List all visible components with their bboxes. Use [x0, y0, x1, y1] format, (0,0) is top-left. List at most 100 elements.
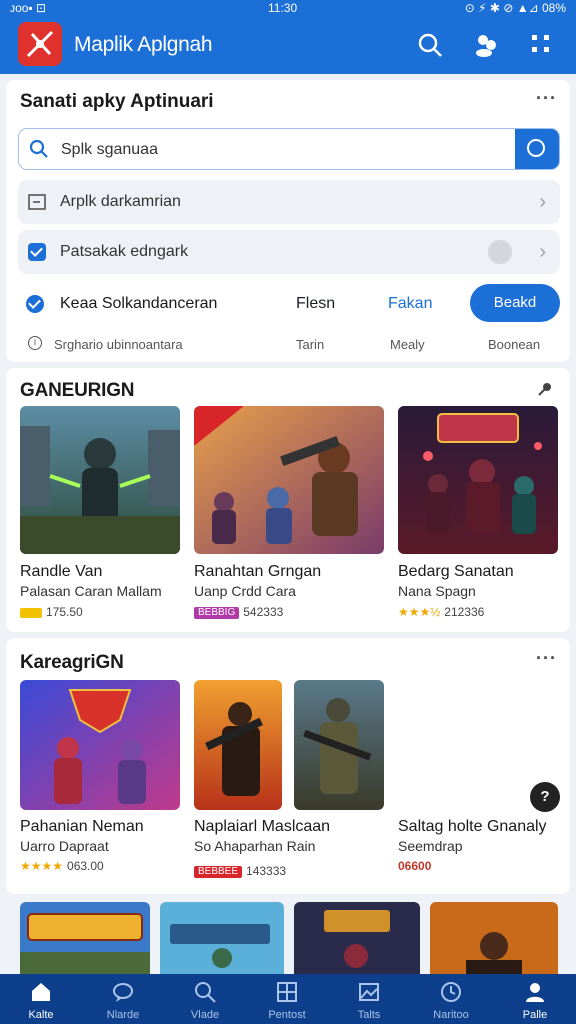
home-icon	[32, 983, 50, 1001]
nav-label: Naritoo	[433, 1009, 469, 1021]
game-thumbnail[interactable]	[294, 902, 420, 974]
game-title[interactable]: Randle Van	[20, 563, 102, 581]
option-col-2-link[interactable]: Fakan	[388, 295, 432, 313]
nav-item-chat[interactable]: Nlarde	[82, 974, 164, 1024]
search-submit-button[interactable]	[515, 129, 559, 169]
grid-menu-icon[interactable]	[528, 31, 556, 59]
profile-icon	[526, 983, 544, 1002]
info-col-1: Tarin	[296, 337, 325, 352]
game-title[interactable]: Naplaiarl Maslcaan	[194, 818, 330, 836]
game-subtitle: Palasan Caran Mallam	[20, 583, 162, 599]
games-section-2: KareagriGN ··· ? Pahanian Neman Uarro Da…	[6, 638, 570, 894]
game-thumbnail[interactable]	[160, 902, 284, 974]
category-badge: BEBBIG	[194, 606, 240, 619]
bottom-navigation: Kalte Nlarde Vlade Pentost Talts Naritoo…	[0, 974, 576, 1024]
star-rating: ★★★★	[20, 859, 64, 873]
game-meta: BEBBEE 143333	[194, 864, 286, 878]
clock-icon	[441, 982, 461, 1002]
toggle-row[interactable]: Patsakak edngark ›	[18, 230, 560, 274]
chevron-right-icon: ›	[539, 191, 546, 213]
option-checkbox[interactable]	[26, 295, 44, 313]
nav-label: Pentost	[268, 1009, 306, 1021]
card-title: Sanati apky Aptinuari	[20, 91, 214, 112]
game-thumbnail[interactable]	[194, 680, 282, 810]
filter-card: Sanati apky Aptinuari ··· Splk sganuaa A…	[6, 80, 570, 362]
more-options-icon[interactable]: ···	[536, 648, 557, 669]
category-icon	[28, 194, 46, 210]
search-go-icon	[527, 139, 545, 157]
star-rating: ★★★½	[398, 605, 441, 619]
nav-item-activity[interactable]: Naritoo	[410, 974, 492, 1024]
nav-label: Nlarde	[106, 1009, 140, 1021]
option-label: Keaa Solkandanceran	[60, 295, 218, 312]
category-row[interactable]: Arplk darkamrian ›	[18, 180, 560, 224]
info-col-2: Mealy	[390, 337, 425, 352]
game-subtitle: So Ahaparhan Rain	[194, 838, 316, 854]
info-col-3: Boonean	[488, 337, 541, 352]
game-title[interactable]: Saltag holte Gnanaly	[398, 818, 547, 836]
info-row: i Srghario ubinnoantara Tarin Mealy Boon…	[18, 332, 560, 356]
game-meta: BEBBIG 542333	[194, 605, 283, 619]
game-thumbnail[interactable]	[194, 406, 384, 554]
chevron-right-icon: ›	[539, 241, 546, 263]
nav-item-home[interactable]: Kalte	[0, 974, 82, 1024]
game-subtitle: Nana Spagn	[398, 583, 476, 599]
game-thumbnail[interactable]	[20, 902, 150, 974]
toggle-row-checkbox[interactable]	[28, 243, 46, 261]
chat-icon	[113, 983, 133, 1002]
app-logo	[18, 22, 62, 66]
game-thumbnail[interactable]	[398, 406, 558, 554]
game-title[interactable]: Ranahtan Grngan	[194, 563, 321, 581]
game-subtitle: Uanp Crdd Cara	[194, 583, 296, 599]
category-row-label: Arplk darkamrian	[60, 193, 181, 210]
nav-label: Kalte	[28, 1009, 54, 1021]
game-thumbnail[interactable]	[294, 680, 384, 810]
section-title: KareagriGN	[20, 652, 124, 673]
option-primary-button[interactable]: Beakd	[470, 284, 560, 322]
image-icon	[359, 983, 379, 1001]
help-icon[interactable]: ?	[530, 782, 560, 812]
option-col-1[interactable]: Flesn	[296, 295, 335, 313]
search-field-icon	[29, 139, 48, 158]
info-text: Srghario ubinnoantara	[54, 337, 183, 352]
game-thumbnail[interactable]	[20, 680, 180, 810]
app-title: Maplik Aplgnah	[74, 33, 213, 56]
search-icon	[195, 982, 216, 1003]
nav-item-search[interactable]: Vlade	[164, 974, 246, 1024]
status-bar: ᴊᴏᴏ▪ ⊡ 11:30 ⊙ ⚡ ✱ ⊘ ▲⊿ 08%	[0, 0, 576, 16]
nav-item-media[interactable]: Talts	[328, 974, 410, 1024]
game-title[interactable]: Bedarg Sanatan	[398, 563, 514, 581]
search-input[interactable]: Splk sganuaa	[61, 141, 158, 159]
game-thumbnail[interactable]	[430, 902, 558, 974]
app-bar: Maplik Aplgnah	[0, 16, 576, 74]
game-meta: 175.50	[20, 605, 83, 619]
option-row: Keaa Solkandanceran Flesn Fakan Beakd	[18, 282, 560, 326]
game-title[interactable]: Pahanian Neman	[20, 818, 144, 836]
nav-label: Palle	[522, 1009, 548, 1021]
status-left-icons: ᴊᴏᴏ▪ ⊡	[10, 1, 47, 15]
nav-item-profile[interactable]: Palle	[494, 974, 576, 1024]
more-options-icon[interactable]: ···	[536, 88, 557, 109]
logo-emblem-icon	[26, 30, 54, 58]
nav-label: Vlade	[190, 1009, 220, 1021]
games-section-1: GANEURIGN Randle Van Palasan Caran Malla…	[6, 368, 570, 632]
rating-badge	[20, 607, 42, 618]
nav-item-grid[interactable]: Pentost	[246, 974, 328, 1024]
game-price: 06600	[398, 859, 432, 873]
status-time: 11:30	[268, 1, 298, 15]
status-right-icons: ⊙ ⚡ ✱ ⊘ ▲⊿ 08%	[464, 1, 566, 15]
info-icon: i	[28, 336, 42, 350]
section-action-icon[interactable]	[536, 380, 554, 398]
category-badge: BEBBEE	[194, 865, 243, 878]
game-thumbnail[interactable]	[20, 406, 180, 554]
game-meta: ★★★½ 212336	[398, 605, 485, 619]
game-meta: ★★★★ 063.00	[20, 859, 104, 873]
users-icon[interactable]	[472, 31, 500, 59]
toggle-row-label: Patsakak edngark	[60, 243, 189, 260]
grid-icon	[277, 982, 297, 1002]
game-subtitle: Uarro Dapraat	[20, 838, 109, 854]
search-field[interactable]: Splk sganuaa	[18, 128, 560, 170]
toggle-switch[interactable]	[488, 240, 512, 264]
search-icon[interactable]	[416, 31, 444, 59]
section-title: GANEURIGN	[20, 380, 135, 401]
